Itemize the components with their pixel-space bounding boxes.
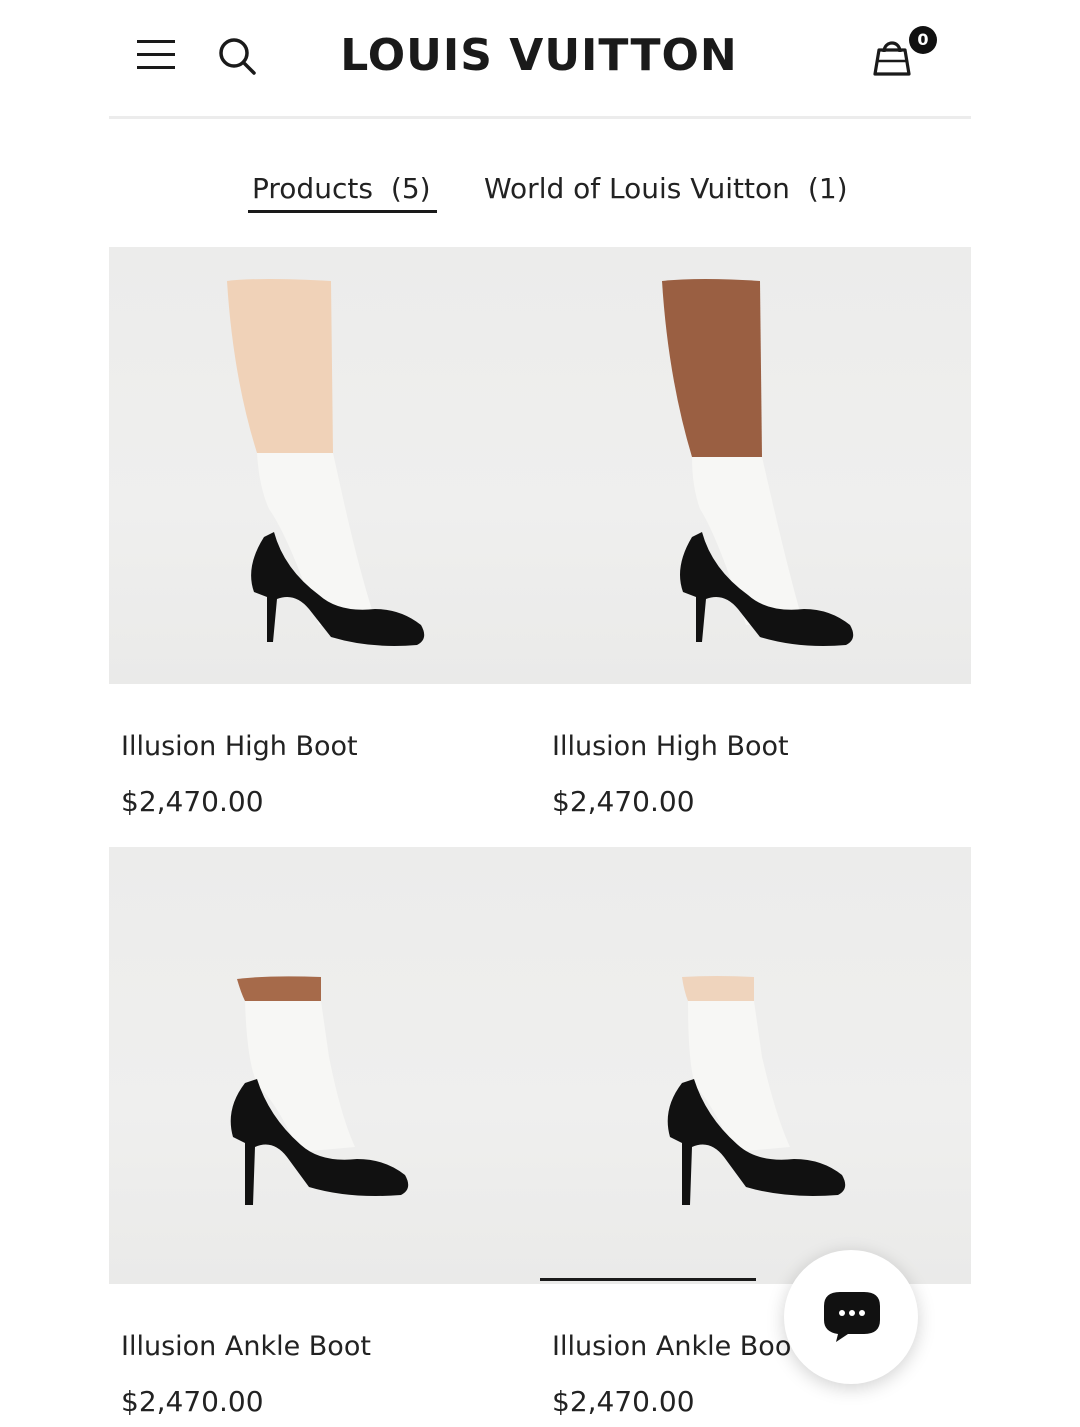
chat-bubble-icon <box>824 1292 880 1342</box>
boot-illustration <box>230 976 409 1205</box>
chat-button[interactable] <box>784 1250 918 1384</box>
bag-count-badge: 0 <box>909 26 937 54</box>
boot-illustration <box>662 279 854 646</box>
product-name[interactable]: Illusion High Boot <box>552 731 789 762</box>
product-name[interactable]: Illusion High Boot <box>121 731 358 762</box>
product-price: $2,470.00 <box>552 1385 695 1418</box>
brand-logo[interactable]: LOUIS VUITTON <box>309 30 769 81</box>
search-result-tabs: Products (5) World of Louis Vuitton (1) <box>0 172 1080 222</box>
shopping-bag-icon[interactable] <box>871 34 913 78</box>
hamburger-menu-icon[interactable] <box>137 38 175 72</box>
boot-illustration <box>227 279 425 646</box>
product-price: $2,470.00 <box>121 1385 264 1418</box>
product-image[interactable] <box>109 847 540 1284</box>
product-name[interactable]: Illusion Ankle Boot <box>121 1331 371 1362</box>
tab-label: Products <box>252 172 373 205</box>
image-carousel-indicator <box>540 1278 756 1281</box>
tab-count: (1) <box>807 172 848 205</box>
product-image[interactable] <box>540 247 971 684</box>
search-icon[interactable] <box>217 36 257 76</box>
tab-products[interactable]: Products (5) <box>248 172 437 213</box>
boot-illustration <box>667 976 846 1205</box>
top-header: LOUIS VUITTON 0 <box>109 0 971 119</box>
tab-count: (5) <box>390 172 431 205</box>
product-price: $2,470.00 <box>552 785 695 818</box>
product-name[interactable]: Illusion Ankle Boot <box>552 1331 790 1362</box>
tab-world-of-louis-vuitton[interactable]: World of Louis Vuitton (1) <box>484 172 848 205</box>
tab-label: World of Louis Vuitton <box>484 172 790 205</box>
product-image[interactable] <box>109 247 540 684</box>
product-image[interactable] <box>540 847 971 1284</box>
product-price: $2,470.00 <box>121 785 264 818</box>
